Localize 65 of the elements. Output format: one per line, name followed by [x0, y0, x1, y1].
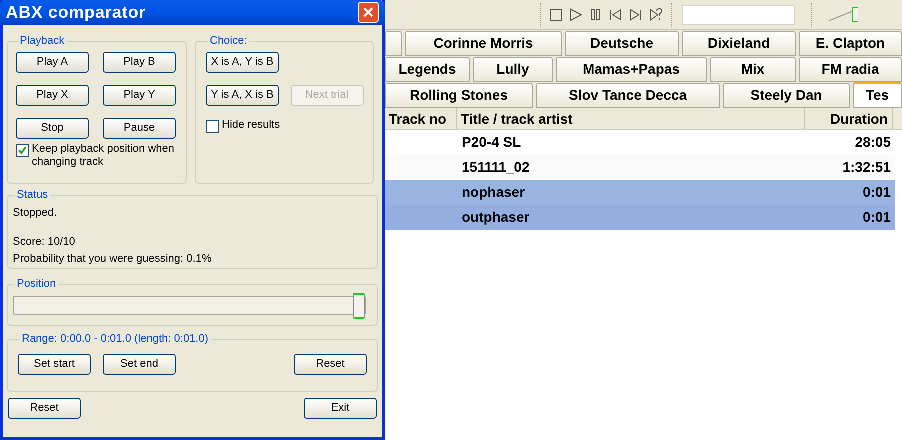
- column-header[interactable]: Duration: [805, 108, 893, 129]
- tab[interactable]: Mamas+Papas: [556, 57, 707, 82]
- group-label: Position: [16, 277, 58, 292]
- tab[interactable]: Slov Tance Decca: [536, 83, 720, 108]
- question-arrow-icon[interactable]: [649, 8, 663, 22]
- playlist-row[interactable]: outphaser 0:01: [385, 205, 895, 230]
- tab[interactable]: Dixieland: [682, 31, 796, 56]
- tab[interactable]: Rolling Stones: [385, 83, 533, 108]
- track-title: P20-4 SL: [461, 133, 522, 152]
- button[interactable]: Y is A, X is B: [206, 84, 279, 106]
- button[interactable]: Play Y: [103, 84, 176, 106]
- button[interactable]: Play X: [16, 84, 89, 106]
- column-header[interactable]: Title / track artist: [457, 108, 805, 129]
- tab[interactable]: FM radia: [799, 57, 902, 82]
- search-field[interactable]: [682, 4, 795, 24]
- group-label: Status: [16, 188, 50, 203]
- tab[interactable]: Mix: [710, 57, 796, 82]
- button[interactable]: Play A: [16, 52, 89, 72]
- playlist-row[interactable]: nophaser 0:01: [385, 180, 895, 205]
- button[interactable]: Stop: [16, 118, 89, 138]
- play-icon[interactable]: [569, 8, 583, 22]
- checkbox-label: Keep playback position when changing track: [32, 142, 176, 168]
- tab[interactable]: E. Clapton: [799, 31, 902, 56]
- skip-back-icon[interactable]: [609, 8, 623, 22]
- group-label: Choice:: [209, 34, 248, 49]
- column-header[interactable]: Track no: [385, 108, 457, 129]
- track-duration: 0:01: [862, 208, 892, 227]
- volume-slider-drawing[interactable]: [828, 4, 858, 24]
- tab-edge: [385, 31, 402, 56]
- button[interactable]: Exit: [304, 398, 377, 419]
- playlist-row[interactable]: 151111_02 1:32:51: [385, 155, 895, 180]
- slider-thumb[interactable]: [353, 292, 365, 318]
- tab[interactable]: Steely Dan: [723, 83, 850, 108]
- group-label: Playback: [19, 34, 66, 49]
- track-duration: 1:32:51: [842, 158, 892, 177]
- track-title: outphaser: [461, 208, 531, 227]
- button[interactable]: Set start: [18, 354, 91, 374]
- stop-icon[interactable]: [549, 8, 563, 22]
- close-icon: [363, 7, 374, 18]
- group-label: Range: 0:00.0 - 0:01.0 (length: 0:01.0): [21, 332, 210, 347]
- status-text: Stopped.: [13, 206, 58, 220]
- tab[interactable]: Lully: [473, 57, 553, 82]
- skip-forward-icon[interactable]: [629, 8, 643, 22]
- button[interactable]: X is A, Y is B: [206, 52, 279, 72]
- tab[interactable]: Corinne Morris: [405, 31, 562, 56]
- checkbox[interactable]: [16, 144, 29, 156]
- pause-icon[interactable]: [589, 8, 603, 22]
- checkbox[interactable]: [206, 120, 219, 132]
- button[interactable]: Play B: [103, 52, 176, 72]
- track-title: nophaser: [461, 183, 526, 202]
- track-duration: 0:01: [862, 183, 892, 202]
- score-text: Score: 10/10: [13, 235, 76, 250]
- close-button[interactable]: [358, 2, 379, 23]
- tab[interactable]: Deutsche: [565, 31, 679, 56]
- tab[interactable]: Legends: [385, 57, 470, 82]
- button[interactable]: Pause: [103, 118, 176, 138]
- button[interactable]: Reset: [8, 398, 81, 419]
- tab[interactable]: Tes: [853, 82, 902, 108]
- track-duration: 28:05: [854, 133, 892, 152]
- window-title: ABX comparator: [6, 2, 146, 24]
- checkbox-label: Hide results: [222, 118, 280, 132]
- probability-text: Probability that you were guessing: 0.1%: [13, 252, 213, 266]
- track-title: 151111_02: [461, 158, 531, 177]
- button[interactable]: Set end: [103, 354, 176, 374]
- button[interactable]: Reset: [294, 354, 367, 374]
